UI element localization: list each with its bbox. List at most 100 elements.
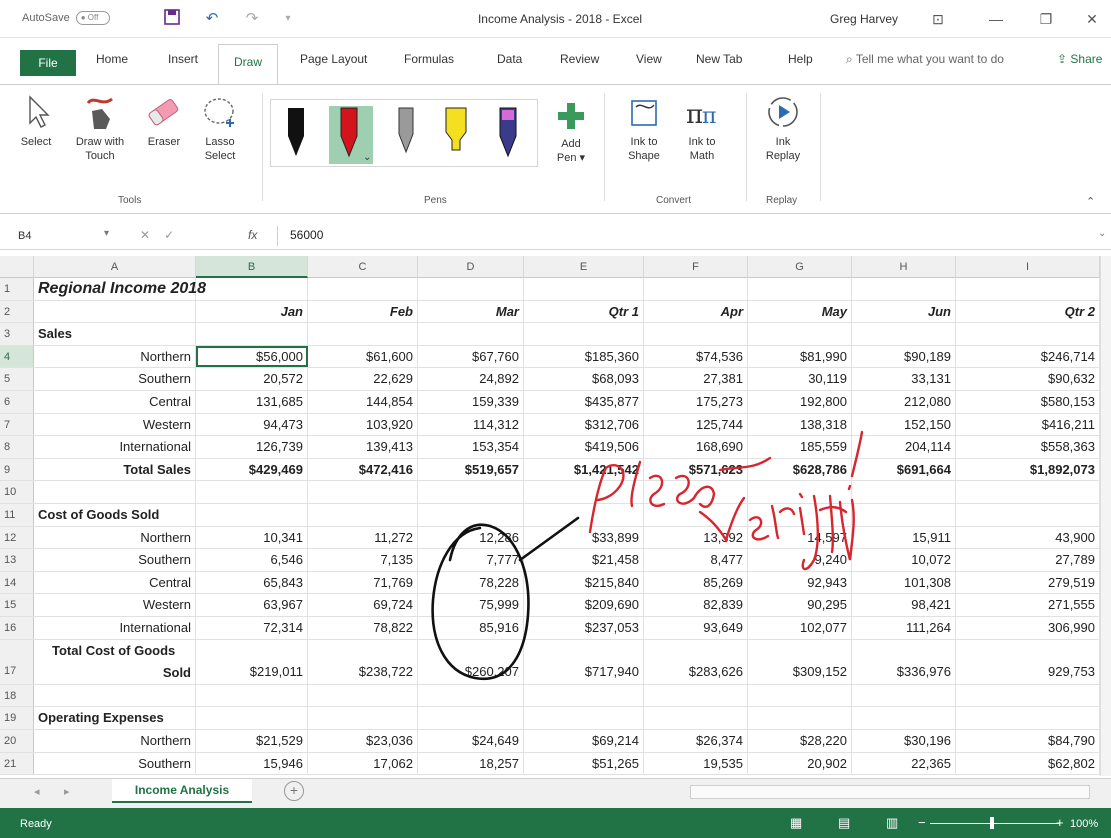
cell-value[interactable]: 152,150 xyxy=(852,413,956,436)
cell-label[interactable]: Operating Expenses xyxy=(34,707,196,729)
cell-label[interactable]: International xyxy=(34,436,196,458)
zoom-out-icon[interactable]: − xyxy=(918,815,926,830)
cell-value[interactable] xyxy=(308,684,418,707)
cell-value[interactable] xyxy=(308,278,418,300)
row-header[interactable]: 3 xyxy=(0,323,34,345)
cell-value[interactable] xyxy=(524,504,644,526)
cell-label[interactable] xyxy=(34,684,196,707)
zoom-level[interactable]: 100% xyxy=(1070,818,1098,830)
tab-view[interactable]: View xyxy=(636,52,662,66)
autosave-toggle[interactable]: AutoSave ● Off xyxy=(22,11,110,25)
cell-value[interactable] xyxy=(748,481,852,503)
cell-label[interactable]: Central xyxy=(34,571,196,594)
cell-value[interactable]: $61,600 xyxy=(308,345,418,368)
cell-value[interactable]: 85,269 xyxy=(644,571,748,594)
cell-value[interactable]: 82,839 xyxy=(644,594,748,616)
row-header[interactable]: 7 xyxy=(0,413,34,436)
vertical-scrollbar[interactable] xyxy=(1100,256,1111,776)
cell-value[interactable]: $416,211 xyxy=(956,413,1100,436)
row-header[interactable]: 13 xyxy=(0,549,34,571)
cell-value[interactable]: 15,946 xyxy=(196,752,308,775)
cell-value[interactable]: $23,036 xyxy=(308,730,418,752)
cell-value[interactable]: $628,786 xyxy=(748,458,852,481)
cell-value[interactable]: 14,597 xyxy=(748,526,852,549)
cell-value[interactable]: Qtr 2 xyxy=(956,300,1100,323)
cell-value[interactable]: $81,990 xyxy=(748,345,852,368)
cell-value[interactable]: 92,943 xyxy=(748,571,852,594)
cell-value[interactable] xyxy=(524,323,644,345)
cell-value[interactable]: 71,769 xyxy=(308,571,418,594)
cell-value[interactable]: 17,062 xyxy=(308,752,418,775)
column-header-i[interactable]: I xyxy=(956,256,1100,278)
worksheet-grid[interactable]: A B C D E F G H I 1 Regional Income 2018 2… xyxy=(0,256,1111,776)
cell-value[interactable]: Feb xyxy=(308,300,418,323)
cell-value[interactable]: 153,354 xyxy=(418,436,524,458)
cell-value[interactable]: Mar xyxy=(418,300,524,323)
cell-label[interactable]: International xyxy=(34,617,196,639)
cell-value[interactable] xyxy=(196,707,308,729)
page-layout-view-icon[interactable]: ▤ xyxy=(838,815,850,831)
save-icon[interactable] xyxy=(162,9,182,29)
cell-value[interactable] xyxy=(644,504,748,526)
cell-value[interactable]: 72,314 xyxy=(196,617,308,639)
column-header-g[interactable]: G xyxy=(748,256,852,278)
cell-value[interactable] xyxy=(644,684,748,707)
pen-gray[interactable] xyxy=(389,106,423,164)
sheet-nav-prev-icon[interactable]: ◂ xyxy=(34,785,40,798)
cell-value[interactable] xyxy=(524,707,644,729)
cell-value[interactable]: 63,967 xyxy=(196,594,308,616)
zoom-slider-track[interactable] xyxy=(930,823,1060,824)
cell-value[interactable] xyxy=(644,707,748,729)
cell-value[interactable]: $429,469 xyxy=(196,458,308,481)
row-header[interactable]: 20 xyxy=(0,730,34,752)
cell-value[interactable] xyxy=(852,278,956,300)
cell-label[interactable]: Sales xyxy=(34,323,196,345)
sheet-tab-income-analysis[interactable]: Income Analysis xyxy=(112,779,252,803)
restore-icon[interactable]: ❐ xyxy=(1034,8,1058,30)
cell-label[interactable]: Western xyxy=(34,413,196,436)
row-header[interactable]: 4 xyxy=(0,345,34,368)
cell-value[interactable]: $69,214 xyxy=(524,730,644,752)
cell-value[interactable]: 139,413 xyxy=(308,436,418,458)
cell-value[interactable]: 175,273 xyxy=(644,391,748,413)
cell-value[interactable]: $336,976 xyxy=(852,639,956,684)
column-header-c[interactable]: C xyxy=(308,256,418,278)
cell-value[interactable]: $260,207 xyxy=(418,639,524,684)
cell-value[interactable]: $1,892,073 xyxy=(956,458,1100,481)
cell-value[interactable]: 279,519 xyxy=(956,571,1100,594)
sheet-nav-next-icon[interactable]: ▸ xyxy=(64,785,70,798)
tab-insert[interactable]: Insert xyxy=(168,52,198,66)
row-header[interactable]: 6 xyxy=(0,391,34,413)
tab-draw[interactable]: Draw xyxy=(218,44,278,84)
cell-value[interactable]: $33,899 xyxy=(524,526,644,549)
cell-value[interactable]: 65,843 xyxy=(196,571,308,594)
cell-value[interactable] xyxy=(852,707,956,729)
cell-value[interactable]: 27,381 xyxy=(644,368,748,390)
cell-value[interactable]: $435,877 xyxy=(524,391,644,413)
cell-value[interactable] xyxy=(524,278,644,300)
cell-value[interactable]: 12,286 xyxy=(418,526,524,549)
minimize-icon[interactable]: — xyxy=(984,8,1008,30)
eraser-button[interactable]: Eraser xyxy=(142,93,186,149)
pen-red-selected[interactable]: ⌄ xyxy=(329,106,373,164)
cell-value[interactable] xyxy=(956,278,1100,300)
row-header[interactable]: 1 xyxy=(0,278,34,300)
cell-value[interactable]: 101,308 xyxy=(852,571,956,594)
cell-value[interactable] xyxy=(852,504,956,526)
cell-value[interactable]: 22,365 xyxy=(852,752,956,775)
tab-home[interactable]: Home xyxy=(96,52,128,66)
redo-icon[interactable]: ↷ xyxy=(242,9,262,29)
cell-value[interactable]: $209,690 xyxy=(524,594,644,616)
enter-icon[interactable]: ✓ xyxy=(164,228,188,242)
cell-value[interactable]: 159,339 xyxy=(418,391,524,413)
cell-value[interactable] xyxy=(748,504,852,526)
cell-value[interactable]: 69,724 xyxy=(308,594,418,616)
row-header[interactable]: 2 xyxy=(0,300,34,323)
cell-value[interactable]: Apr xyxy=(644,300,748,323)
cell-value[interactable]: 85,916 xyxy=(418,617,524,639)
user-name[interactable]: Greg Harvey xyxy=(830,12,898,26)
row-header[interactable]: 9 xyxy=(0,458,34,481)
cell-value[interactable]: 111,264 xyxy=(852,617,956,639)
formula-input[interactable]: 56000 xyxy=(290,228,323,242)
row-header[interactable]: 19 xyxy=(0,707,34,729)
